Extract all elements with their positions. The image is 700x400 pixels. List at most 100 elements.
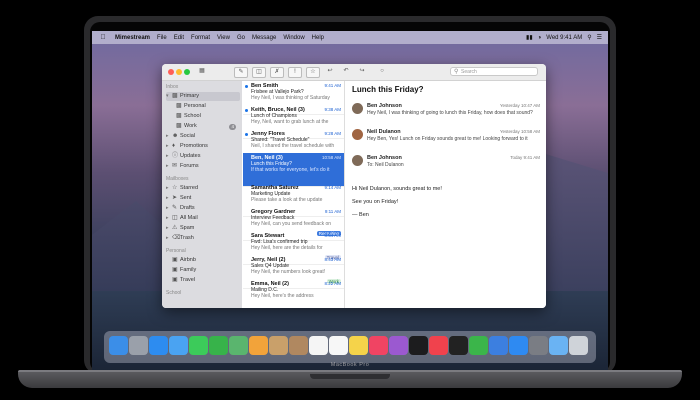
sidebar-item-family[interactable]: ▣ Family: [166, 266, 240, 275]
entry-date: Today 9:41 AM: [510, 155, 540, 160]
menu-message[interactable]: Message: [252, 35, 276, 41]
message-time: 8:43 AM: [324, 257, 341, 262]
sidebar-item-label: Family: [180, 267, 197, 273]
stocks-icon[interactable]: [449, 336, 468, 355]
thread-entry[interactable]: Neil Dulanon Hey Ben, Yes! Lunch on Frid…: [352, 129, 540, 151]
maps-icon[interactable]: [229, 336, 248, 355]
search-input[interactable]: ⚲ Search: [450, 67, 538, 76]
people-icon: ☻: [172, 133, 179, 139]
sidebar-item-label: All Mail: [180, 215, 198, 221]
message-time: 9:14 AM: [324, 185, 341, 190]
numbers-icon[interactable]: [469, 336, 488, 355]
menu-go[interactable]: Go: [237, 35, 245, 41]
star-icon: ☆: [172, 185, 178, 191]
news-icon[interactable]: [429, 336, 448, 355]
mail-icon[interactable]: [169, 336, 188, 355]
message-list: Ben Smith 9:41 AM Frisbee at Vallejo Par…: [243, 81, 345, 308]
reply-button[interactable]: ↩: [324, 67, 336, 76]
sidebar-item-drafts[interactable]: ▸ ✎ Drafts: [166, 204, 240, 213]
facetime-icon[interactable]: [209, 336, 228, 355]
message-preview: Hey Neil, the numbers look great!: [251, 269, 326, 275]
sidebar-item-promotions[interactable]: ▸ ♦ Promotions: [166, 142, 240, 151]
menu-window[interactable]: Window: [283, 35, 304, 41]
thread-entry[interactable]: Ben Johnson To: Neil Dulanon Today 9:41 …: [352, 155, 540, 177]
menu-help[interactable]: Help: [312, 35, 324, 41]
reminders-icon[interactable]: [329, 336, 348, 355]
mail-toolbar: ▦ ✎ ◫ ✗ ! ☆ ↩ ↶ ↪ ○ ⚲ Search: [162, 64, 546, 81]
calendar-icon[interactable]: [309, 336, 328, 355]
trash-icon[interactable]: [569, 336, 588, 355]
menu-app-name[interactable]: Mimestream: [115, 35, 150, 41]
spam-button[interactable]: !: [288, 67, 302, 78]
sidebar-item-label: Promotions: [180, 143, 208, 149]
sidebar-item-label: Personal: [184, 103, 206, 109]
menu-view[interactable]: View: [217, 35, 230, 41]
reply-all-button[interactable]: ↶: [340, 67, 352, 76]
message-body-line: See you on Friday!: [352, 199, 399, 205]
apple-menu-icon[interactable]: : [98, 34, 108, 41]
label-icon: ▣: [172, 267, 178, 273]
star-button[interactable]: ☆: [306, 67, 320, 78]
sidebar-header-mailboxes: Mailboxes: [166, 176, 189, 182]
close-window-icon[interactable]: [168, 69, 174, 75]
sidebar-item-airbnb[interactable]: ▣ Airbnb: [166, 256, 240, 265]
sidebar-item-personal[interactable]: ▩ Personal: [166, 102, 240, 111]
menu-file[interactable]: File: [157, 35, 167, 41]
downloads-folder-icon[interactable]: [549, 336, 568, 355]
system-preferences-icon[interactable]: [529, 336, 548, 355]
compose-button[interactable]: ✎: [234, 67, 248, 78]
sidebar-item-work[interactable]: ▩ Work 4: [166, 122, 240, 131]
battery-icon[interactable]: ▮▮: [526, 34, 533, 41]
messages-icon[interactable]: [189, 336, 208, 355]
menu-edit[interactable]: Edit: [174, 35, 184, 41]
menu-clock[interactable]: Wed 9:41 AM: [546, 35, 582, 41]
sidebar-item-primary[interactable]: ▾ ▩ Primary: [166, 92, 240, 101]
sidebar-item-sent[interactable]: ▸ ➤ Sent: [166, 194, 240, 203]
safari-icon[interactable]: [149, 336, 168, 355]
notes-icon[interactable]: [269, 336, 288, 355]
message-row[interactable]: Emma, Neil (2) 8:22 AM Mailing D.C. Hey …: [243, 279, 344, 308]
thread-title: Lunch this Friday?: [352, 85, 424, 94]
inbox-icon: ▩: [172, 93, 178, 99]
zoom-window-icon[interactable]: [184, 69, 190, 75]
sidebar-item-trash[interactable]: ▸ ⌫ Trash: [166, 234, 240, 243]
sidebar-item-spam[interactable]: ▸ ⚠ Spam: [166, 224, 240, 233]
sidebar-item-label: Travel: [180, 277, 196, 283]
forward-button[interactable]: ↪: [356, 67, 368, 76]
tv-icon[interactable]: [409, 336, 428, 355]
spam-icon: ⚠: [172, 225, 178, 231]
sidebar-item-forums[interactable]: ▸ ✉ Forums: [166, 162, 240, 171]
control-center-icon[interactable]: ☰: [597, 34, 602, 41]
app-store-icon[interactable]: [509, 336, 528, 355]
sidebar-item-all-mail[interactable]: ▸ ◫ All Mail: [166, 214, 240, 223]
message-row-selected[interactable]: Ben, Neil (3) 10:58 AM Lunch this Friday…: [243, 153, 344, 187]
mark-unread-button[interactable]: ○: [376, 67, 388, 76]
music-icon[interactable]: [369, 336, 388, 355]
sidebar-item-starred[interactable]: ▸ ☆ Starred: [166, 184, 240, 193]
photos-icon[interactable]: [249, 336, 268, 355]
archive-button[interactable]: ◫: [252, 67, 266, 78]
sidebar-item-school[interactable]: ▩ School: [166, 112, 240, 121]
sidebar-item-label: School: [184, 113, 201, 119]
sent-icon: ➤: [172, 195, 178, 201]
sidebar-item-travel[interactable]: ▣ Travel: [166, 276, 240, 285]
sidebar-item-updates[interactable]: ▸ ⓘ Updates: [166, 152, 240, 161]
contacts-icon[interactable]: [289, 336, 308, 355]
wifi-icon[interactable]: ◑: [538, 35, 542, 41]
keynote-icon[interactable]: [489, 336, 508, 355]
notes-app-icon[interactable]: [349, 336, 368, 355]
sidebar-toggle-icon[interactable]: ▦: [196, 67, 208, 76]
trash-button[interactable]: ✗: [270, 67, 284, 78]
sidebar-item-social[interactable]: ▸ ☻ Social: [166, 132, 240, 141]
minimize-window-icon[interactable]: [176, 69, 182, 75]
launchpad-icon[interactable]: [129, 336, 148, 355]
podcasts-icon[interactable]: [389, 336, 408, 355]
sidebar-header-school: School: [166, 290, 182, 296]
avatar: [352, 129, 363, 140]
desktop-screen:  Mimestream File Edit Format View Go Me…: [92, 31, 608, 370]
menu-format[interactable]: Format: [191, 35, 210, 41]
sidebar-item-label: Social: [180, 133, 195, 139]
spotlight-icon[interactable]: ⚲: [587, 34, 591, 41]
thread-entry[interactable]: Ben Johnson Hey Neil, I was thinking of …: [352, 103, 540, 125]
finder-icon[interactable]: [109, 336, 128, 355]
